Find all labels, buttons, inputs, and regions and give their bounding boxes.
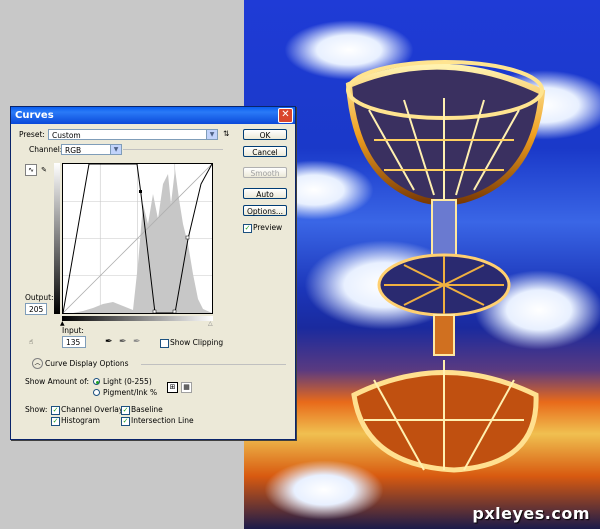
preset-select[interactable]: Custom ▼ (48, 129, 218, 140)
white-point-slider[interactable]: △ (208, 320, 213, 327)
histogram-checkbox[interactable]: ✓ (51, 417, 60, 426)
black-eyedropper-icon[interactable]: ✒ (105, 337, 113, 347)
chevron-up-icon[interactable]: ︿ (32, 358, 43, 369)
pigment-radio[interactable] (93, 389, 100, 396)
curve-display-options-label: Curve Display Options (45, 359, 129, 368)
channel-select[interactable]: RGB ▼ (61, 144, 122, 155)
gray-eyedropper-icon[interactable]: ✒ (119, 337, 127, 347)
channel-overlays-label: Channel Overlays (61, 405, 128, 414)
glass-illustration (345, 60, 546, 473)
ok-button[interactable]: OK (243, 129, 287, 140)
show-clipping-label: Show Clipping (170, 338, 224, 347)
pencil-icon[interactable]: ✎ (38, 164, 50, 176)
curve-graph[interactable] (62, 163, 213, 314)
baseline-checkbox[interactable]: ✓ (121, 406, 130, 415)
curve-point (139, 190, 142, 193)
curves-dialog: Curves ✕ Preset: Custom ▼ ⇅ Channel: RGB… (10, 106, 296, 440)
output-label: Output: (25, 293, 54, 302)
chevron-down-icon: ▼ (206, 130, 217, 139)
white-eyedropper-icon[interactable]: ✒ (133, 337, 141, 347)
pigment-label: Pigment/Ink % (103, 388, 158, 397)
input-label: Input: (62, 326, 84, 335)
smooth-button[interactable]: Smooth (243, 167, 287, 178)
grid-10x10-icon[interactable]: ▦ (181, 382, 192, 393)
intersection-line-checkbox[interactable]: ✓ (121, 417, 130, 426)
options-button[interactable]: Options... (243, 205, 287, 216)
preview-checkbox[interactable]: ✓ (243, 224, 252, 233)
light-radio[interactable] (93, 378, 100, 385)
channel-value: RGB (65, 146, 82, 155)
hand-adjust-icon[interactable]: ☝ (25, 336, 37, 348)
input-field[interactable]: 135 (62, 336, 86, 348)
show-amount-label: Show Amount of: (25, 377, 89, 386)
preset-value: Custom (52, 131, 81, 140)
channel-group-line (123, 149, 223, 150)
curve-point (172, 309, 177, 313)
curve-point (185, 235, 190, 240)
options-divider (141, 364, 286, 365)
close-button[interactable]: ✕ (278, 108, 293, 123)
show-label: Show: (25, 405, 48, 414)
output-gradient-bar (54, 163, 60, 314)
dialog-title: Curves (15, 110, 54, 121)
channel-label: Channel: (29, 145, 63, 154)
preview-label: Preview (253, 223, 283, 232)
curve-point (152, 309, 157, 313)
background-photo: pxleyes.com (244, 0, 600, 529)
chevron-down-icon: ▼ (110, 145, 121, 154)
grid-4x4-icon[interactable]: ⊞ (167, 382, 178, 393)
curve-plot (63, 164, 212, 313)
light-label: Light (0-255) (103, 377, 152, 386)
auto-button[interactable]: Auto (243, 188, 287, 199)
curve-point-icon[interactable]: ∿ (25, 164, 37, 176)
preset-options-icon[interactable]: ⇅ (223, 129, 229, 138)
title-bar: Curves ✕ (11, 107, 295, 124)
channel-overlays-checkbox[interactable]: ✓ (51, 406, 60, 415)
preset-label: Preset: (19, 130, 45, 139)
cancel-button[interactable]: Cancel (243, 146, 287, 157)
intersection-line-label: Intersection Line (131, 416, 194, 425)
histogram-label: Histogram (61, 416, 100, 425)
baseline-label: Baseline (131, 405, 163, 414)
show-clipping-checkbox[interactable] (160, 339, 169, 348)
output-field[interactable]: 205 (25, 303, 47, 315)
watermark: pxleyes.com (472, 504, 590, 523)
input-gradient-bar (62, 316, 213, 321)
